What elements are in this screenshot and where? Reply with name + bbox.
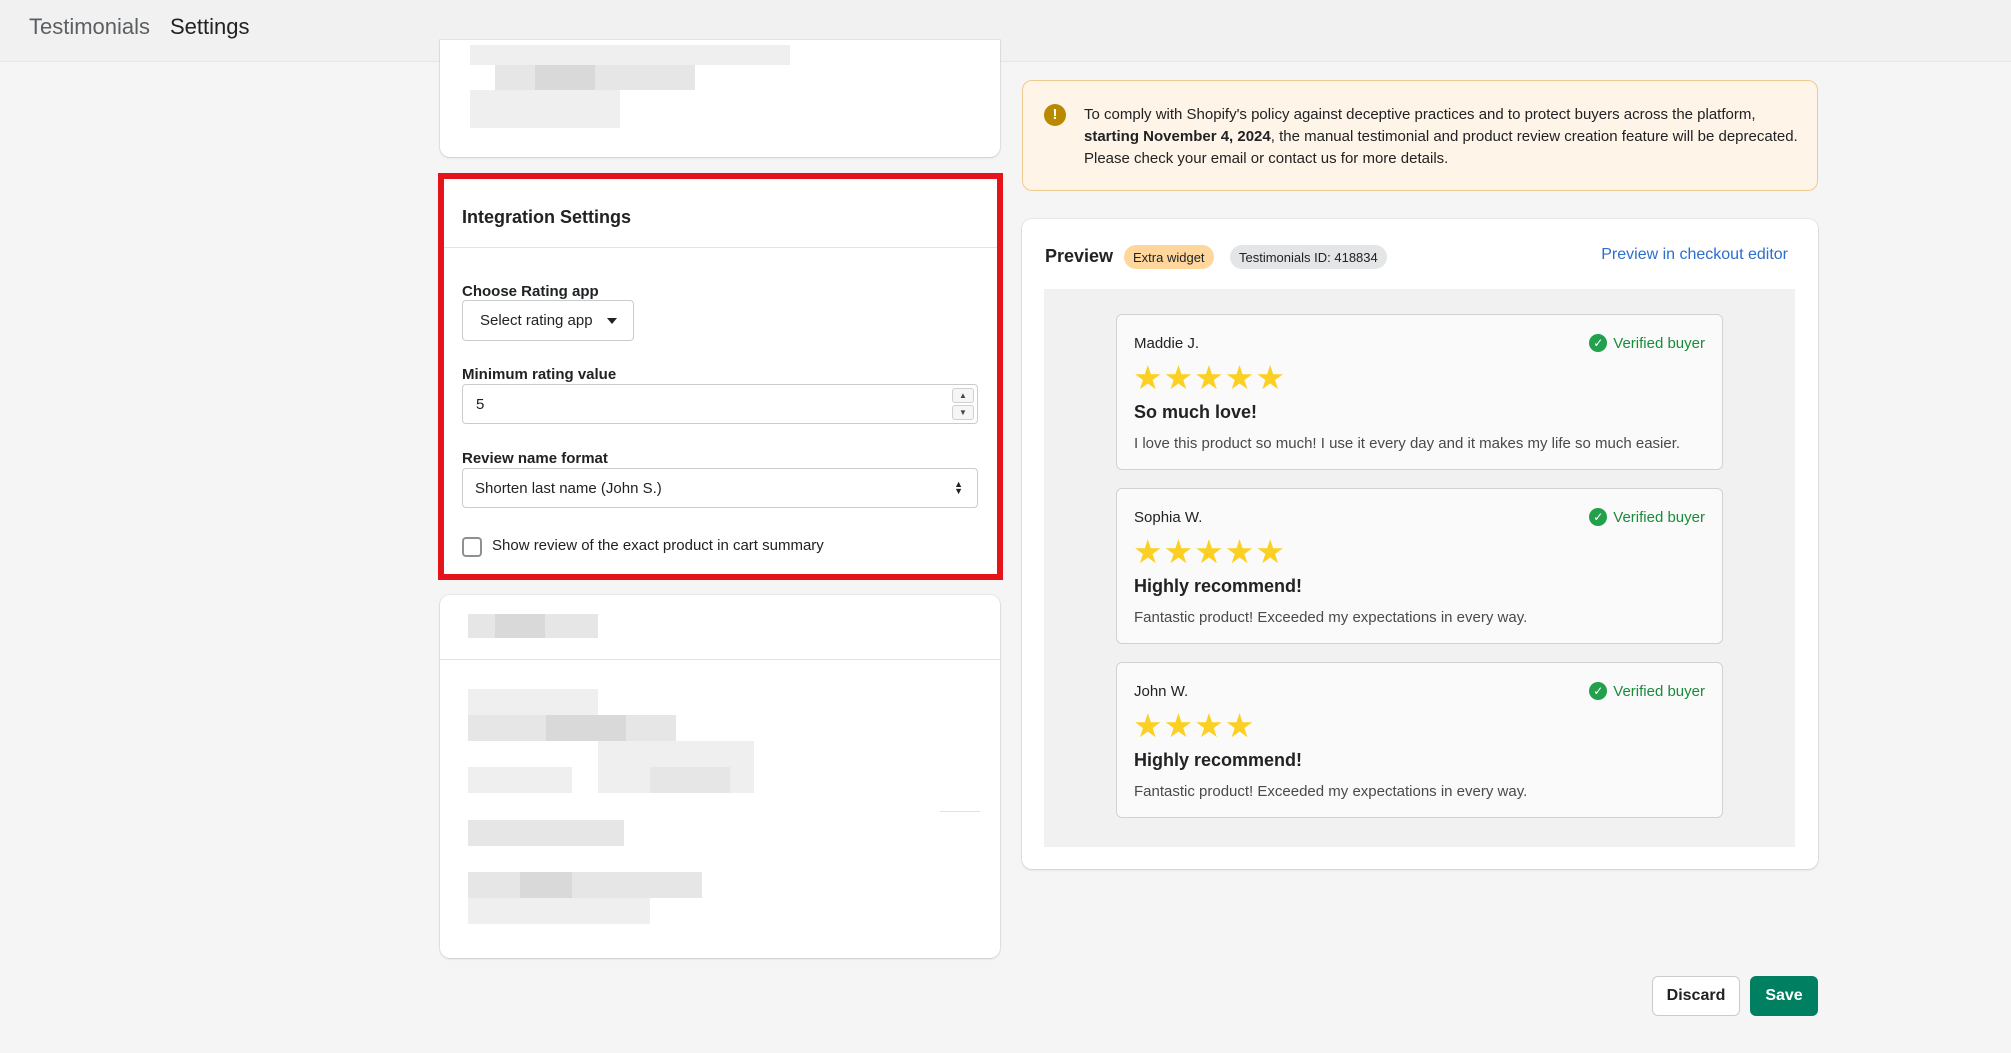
- show-exact-product-label[interactable]: Show review of the exact product in cart…: [492, 537, 824, 554]
- preview-title: Preview: [1045, 246, 1114, 266]
- preview-checkout-editor-link[interactable]: Preview in checkout editor: [1601, 246, 1788, 264]
- min-rating-input-value: 5: [476, 395, 485, 413]
- review-card: Maddie J. ✓ Verified buyer ★★★★★ So much …: [1116, 314, 1723, 470]
- discard-button[interactable]: Discard: [1652, 976, 1740, 1016]
- verified-label: Verified buyer: [1613, 508, 1705, 526]
- name-format-select[interactable]: Shorten last name (John S.) ▲ ▼: [462, 468, 978, 508]
- redacted-content: [468, 767, 572, 793]
- redacted-content: [546, 715, 626, 741]
- redacted-content: [650, 767, 730, 793]
- select-updown-icon: ▲ ▼: [954, 479, 963, 496]
- redacted-content: [440, 659, 1000, 660]
- verified-label: Verified buyer: [1613, 334, 1705, 352]
- banner-text-before: To comply with Shopify's policy against …: [1084, 106, 1756, 123]
- min-rating-spinner[interactable]: ▲ ▼: [952, 388, 974, 420]
- rating-app-select[interactable]: Select rating app: [462, 300, 634, 341]
- review-body: Fantastic product! Exceeded my expectati…: [1134, 783, 1528, 800]
- integration-settings-title: Integration Settings: [462, 207, 632, 227]
- check-circle-icon: ✓: [1589, 682, 1608, 700]
- check-circle-icon: ✓: [1589, 508, 1608, 526]
- banner-text: To comply with Shopify's policy against …: [1084, 104, 1802, 170]
- redacted-content: [520, 872, 572, 898]
- review-body: I love this product so much! I use it ev…: [1134, 435, 1681, 452]
- verified-badge: ✓ Verified buyer: [1589, 682, 1705, 700]
- redacted-content: [468, 872, 702, 898]
- review-title: Highly recommend!: [1134, 576, 1303, 596]
- reviewer-name: John W.: [1134, 683, 1189, 700]
- redacted-content: [940, 811, 980, 812]
- top-bar: Testimonials Settings: [0, 0, 2011, 62]
- redacted-content: [470, 90, 620, 128]
- name-format-label: Review name format: [462, 450, 608, 467]
- deprecation-banner: ! To comply with Shopify's policy agains…: [1022, 80, 1818, 191]
- name-format-select-value: Shorten last name (John S.): [475, 479, 662, 497]
- blurred-card-top: [440, 40, 1000, 157]
- increment-arrow-icon[interactable]: ▲: [952, 388, 974, 403]
- preview-card: Preview Extra widget Testimonials ID: 41…: [1022, 219, 1818, 869]
- redacted-content: [468, 898, 650, 924]
- star-rating: ★★★★★: [1133, 533, 1286, 570]
- divider: [444, 247, 997, 248]
- decrement-arrow-icon[interactable]: ▼: [952, 405, 974, 420]
- page-title: Settings: [170, 14, 250, 39]
- redacted-content: [495, 614, 545, 638]
- review-card: John W. ✓ Verified buyer ★★★★ Highly reco…: [1116, 662, 1723, 818]
- verified-badge: ✓ Verified buyer: [1589, 334, 1705, 352]
- reviewer-name: Sophia W.: [1134, 509, 1203, 526]
- blurred-card-bottom: [440, 595, 1000, 958]
- redacted-content: [495, 65, 695, 90]
- caret-down-icon: [607, 318, 617, 324]
- rating-app-label: Choose Rating app: [462, 283, 599, 300]
- warning-icon: !: [1044, 104, 1066, 126]
- rating-app-select-value: Select rating app: [480, 312, 593, 329]
- min-rating-input[interactable]: 5 ▲ ▼: [462, 384, 978, 424]
- redacted-content: [470, 45, 790, 65]
- redacted-content: [468, 689, 598, 715]
- verified-badge: ✓ Verified buyer: [1589, 508, 1705, 526]
- redacted-content: [535, 65, 595, 90]
- redacted-content: [468, 820, 624, 846]
- star-rating: ★★★★★: [1133, 359, 1286, 396]
- review-body: Fantastic product! Exceeded my expectati…: [1134, 609, 1528, 626]
- extra-widget-badge: Extra widget: [1124, 245, 1214, 269]
- breadcrumb-testimonials[interactable]: Testimonials: [29, 14, 150, 40]
- save-button[interactable]: Save: [1750, 976, 1818, 1016]
- review-title: So much love!: [1134, 402, 1258, 422]
- integration-settings-card: Integration Settings Choose Rating app S…: [438, 173, 1003, 580]
- banner-text-bold: starting November 4, 2024: [1084, 128, 1271, 145]
- min-rating-label: Minimum rating value: [462, 366, 617, 383]
- reviewer-name: Maddie J.: [1134, 335, 1200, 352]
- preview-area: Maddie J. ✓ Verified buyer ★★★★★ So much …: [1044, 289, 1795, 847]
- check-circle-icon: ✓: [1589, 334, 1608, 352]
- verified-label: Verified buyer: [1613, 682, 1705, 700]
- show-exact-product-checkbox[interactable]: [462, 537, 482, 557]
- testimonials-id-badge: Testimonials ID: 418834: [1230, 245, 1387, 269]
- review-title: Highly recommend!: [1134, 750, 1303, 770]
- star-rating: ★★★★: [1133, 707, 1256, 744]
- review-card: Sophia W. ✓ Verified buyer ★★★★★ Highly r…: [1116, 488, 1723, 644]
